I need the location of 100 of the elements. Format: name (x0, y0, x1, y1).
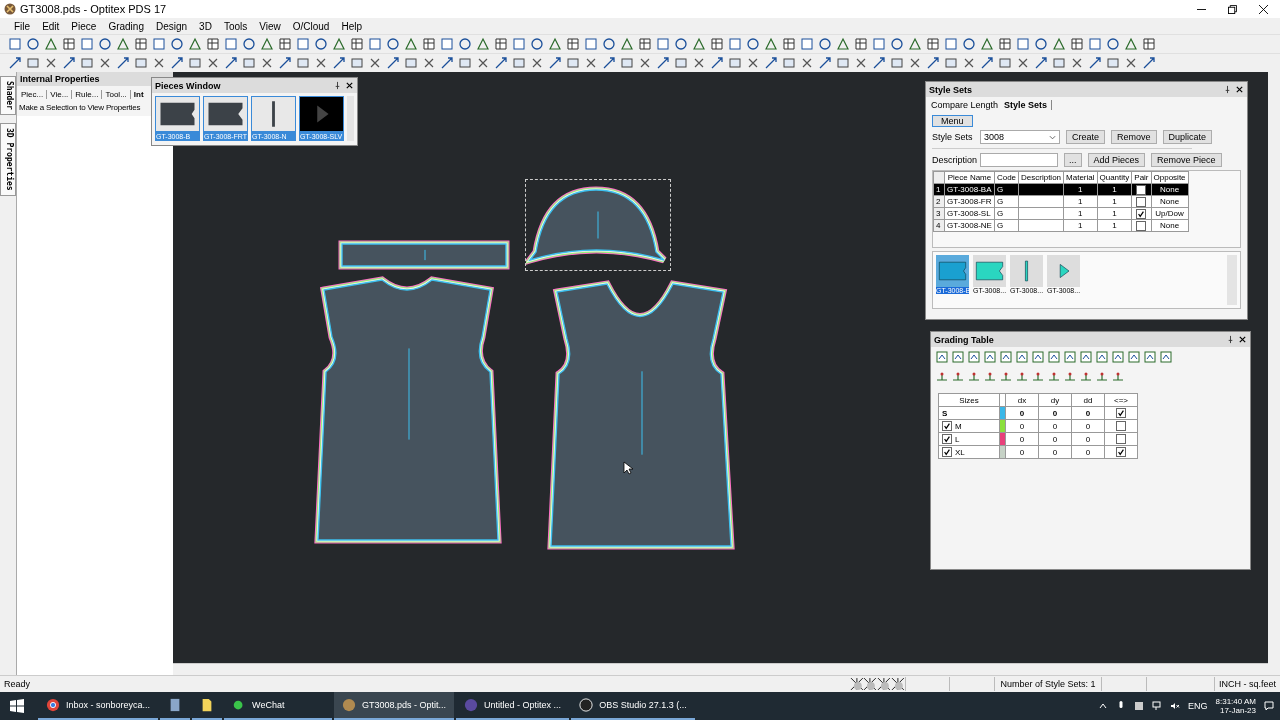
size-checkbox[interactable] (942, 434, 952, 444)
close-icon[interactable] (1235, 85, 1244, 94)
browse-button[interactable]: ... (1064, 153, 1082, 167)
tool-icon[interactable] (935, 370, 949, 384)
tool-icon[interactable] (1111, 350, 1125, 364)
tool-icon[interactable] (638, 56, 652, 70)
tool-icon[interactable] (854, 37, 868, 51)
tool-icon[interactable] (62, 37, 76, 51)
panel-tab[interactable]: Vie... (47, 90, 73, 99)
tool-icon[interactable] (1063, 370, 1077, 384)
tool-icon[interactable] (999, 350, 1013, 364)
tool-icon[interactable] (602, 37, 616, 51)
link-checkbox[interactable] (1116, 421, 1126, 431)
tool-icon[interactable] (967, 370, 981, 384)
menu-button[interactable]: Menu (932, 115, 973, 127)
tool-icon[interactable] (386, 56, 400, 70)
tool-icon[interactable] (967, 350, 981, 364)
horizontal-scrollbar[interactable] (173, 663, 1268, 675)
tool-icon[interactable] (1079, 350, 1093, 364)
tool-icon[interactable] (1095, 370, 1109, 384)
tool-icon[interactable] (1070, 37, 1084, 51)
description-field[interactable] (980, 153, 1058, 167)
tool-icon[interactable] (44, 37, 58, 51)
tool-icon[interactable] (206, 37, 220, 51)
tool-icon[interactable] (836, 37, 850, 51)
tool-icon[interactable] (1052, 37, 1066, 51)
microphone-icon[interactable] (1116, 701, 1126, 711)
action-button[interactable]: Create (1066, 130, 1105, 144)
tool-icon[interactable] (476, 56, 490, 70)
taskbar-item[interactable]: OBS Studio 27.1.3 (... (571, 692, 695, 720)
restore-icon[interactable] (1228, 4, 1237, 14)
tool-icon[interactable] (116, 56, 130, 70)
tool-icon[interactable] (782, 37, 796, 51)
tool-icon[interactable] (98, 37, 112, 51)
tool-icon[interactable] (170, 37, 184, 51)
tool-icon[interactable] (999, 370, 1013, 384)
piece-thumbnail[interactable] (299, 96, 344, 132)
tool-icon[interactable] (548, 37, 562, 51)
tool-icon[interactable] (1088, 56, 1102, 70)
panel-tab[interactable]: Piec... (18, 90, 48, 99)
tool-icon[interactable] (134, 37, 148, 51)
tool-icon[interactable] (1031, 370, 1045, 384)
menu-item[interactable]: Design (149, 20, 194, 32)
tool-icon[interactable] (983, 350, 997, 364)
tool-icon[interactable] (983, 370, 997, 384)
chevron-up-icon[interactable] (1098, 701, 1108, 711)
tool-icon[interactable] (926, 56, 940, 70)
tool-icon[interactable] (746, 37, 760, 51)
tool-icon[interactable] (872, 56, 886, 70)
tool-icon[interactable] (674, 37, 688, 51)
taskbar-item[interactable]: GT3008.pds - Optit... (334, 692, 455, 720)
close-icon[interactable] (1259, 4, 1268, 14)
tool-icon[interactable] (854, 56, 868, 70)
taskbar-item[interactable]: Untitled - Optitex ... (456, 692, 570, 720)
tool-icon[interactable] (998, 37, 1012, 51)
tool-icon[interactable] (62, 56, 76, 70)
size-checkbox[interactable] (942, 447, 952, 457)
piece-thumbnail[interactable] (973, 255, 1006, 287)
tool-icon[interactable] (1095, 350, 1109, 364)
tool-icon[interactable] (224, 56, 238, 70)
tool-icon[interactable] (1124, 56, 1138, 70)
tool-icon[interactable] (818, 56, 832, 70)
tool-icon[interactable] (548, 56, 562, 70)
tool-icon[interactable] (764, 37, 778, 51)
action-button[interactable]: Duplicate (1162, 130, 1213, 144)
tool-icon[interactable] (1142, 37, 1156, 51)
piece-thumbnail[interactable] (936, 255, 969, 287)
side-tab[interactable]: 3D Properties (0, 122, 16, 196)
action-button[interactable]: Add Pieces (1087, 153, 1146, 167)
tool-icon[interactable] (1034, 56, 1048, 70)
pair-checkbox[interactable] (1136, 220, 1147, 231)
tool-icon[interactable] (710, 37, 724, 51)
menu-item[interactable]: View (253, 20, 287, 32)
tool-icon[interactable] (1142, 56, 1156, 70)
tool-icon[interactable] (332, 56, 346, 70)
size-checkbox[interactable] (942, 421, 952, 431)
tool-icon[interactable] (1106, 37, 1120, 51)
menu-item[interactable]: Tools (217, 20, 254, 32)
piece-thumbnail[interactable] (155, 96, 200, 132)
menu-item[interactable]: File (8, 20, 37, 32)
piece-thumbnail[interactable] (1047, 255, 1080, 287)
tool-icon[interactable] (962, 56, 976, 70)
tool-icon[interactable] (152, 56, 166, 70)
tool-icon[interactable] (332, 37, 346, 51)
panel-tab[interactable]: Tool... (102, 90, 131, 99)
tool-icon[interactable] (170, 56, 184, 70)
tool-icon[interactable] (314, 37, 328, 51)
tool-icon[interactable] (1063, 350, 1077, 364)
tool-icon[interactable] (638, 37, 652, 51)
menu-item[interactable]: Piece (65, 20, 103, 32)
tool-icon[interactable] (1047, 350, 1061, 364)
panel-tab[interactable]: Int (130, 90, 147, 99)
menu-item[interactable]: Grading (102, 20, 150, 32)
link-checkbox[interactable] (1116, 447, 1126, 457)
pattern-piece-drawing[interactable] (338, 238, 512, 272)
piece-thumbnail[interactable] (203, 96, 248, 132)
tool-icon[interactable] (908, 56, 922, 70)
link-checkbox[interactable] (1116, 408, 1126, 418)
tool-icon[interactable] (584, 56, 598, 70)
pin-icon[interactable] (333, 81, 342, 90)
